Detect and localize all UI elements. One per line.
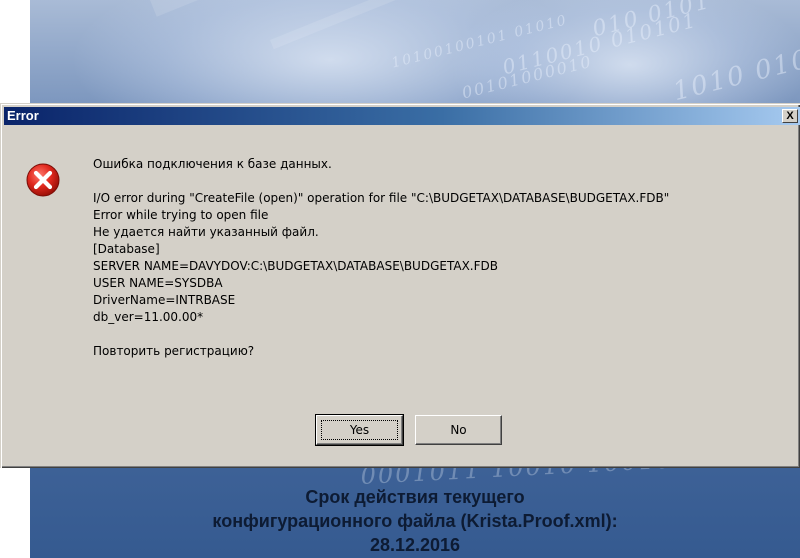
error-detail-line: Error while trying to open file: [93, 208, 269, 222]
error-detail-line: Не удается найти указанный файл.: [93, 225, 319, 239]
error-detail-line: I/O error during "CreateFile (open)" ope…: [93, 191, 670, 205]
expiry-notice-line1: Срок действия текущего: [305, 487, 525, 507]
close-button[interactable]: X: [782, 109, 798, 123]
no-button-label: No: [450, 423, 467, 437]
error-message: Ошибка подключения к базе данных. I/O er…: [93, 156, 669, 360]
retry-question: Повторить регистрацию?: [93, 344, 255, 358]
dialog-titlebar[interactable]: Error X: [4, 107, 800, 125]
expiry-date: 28.12.2016: [369, 535, 461, 555]
error-detail-line: SERVER NAME=DAVYDOV:C:\BUDGETAX\DATABASE…: [93, 259, 498, 273]
dialog-title: Error: [7, 108, 39, 123]
yes-button[interactable]: Yes: [315, 414, 404, 446]
error-detail-line: USER NAME=SYSDBA: [93, 276, 223, 290]
error-headline: Ошибка подключения к базе данных.: [93, 157, 332, 171]
error-dialog: Error X Ошибка подключения к базе данных…: [0, 103, 800, 468]
no-button[interactable]: No: [415, 415, 502, 445]
yes-button-label: Yes: [349, 423, 370, 437]
error-icon: [26, 163, 60, 197]
error-detail-line: [Database]: [93, 242, 160, 256]
error-detail-line: db_ver=11.00.00*: [93, 310, 204, 324]
error-detail-line: DriverName=INTRBASE: [93, 293, 236, 307]
expiry-notice-line2: конфигурационного файла (Krista.Proof.xm…: [212, 511, 618, 531]
